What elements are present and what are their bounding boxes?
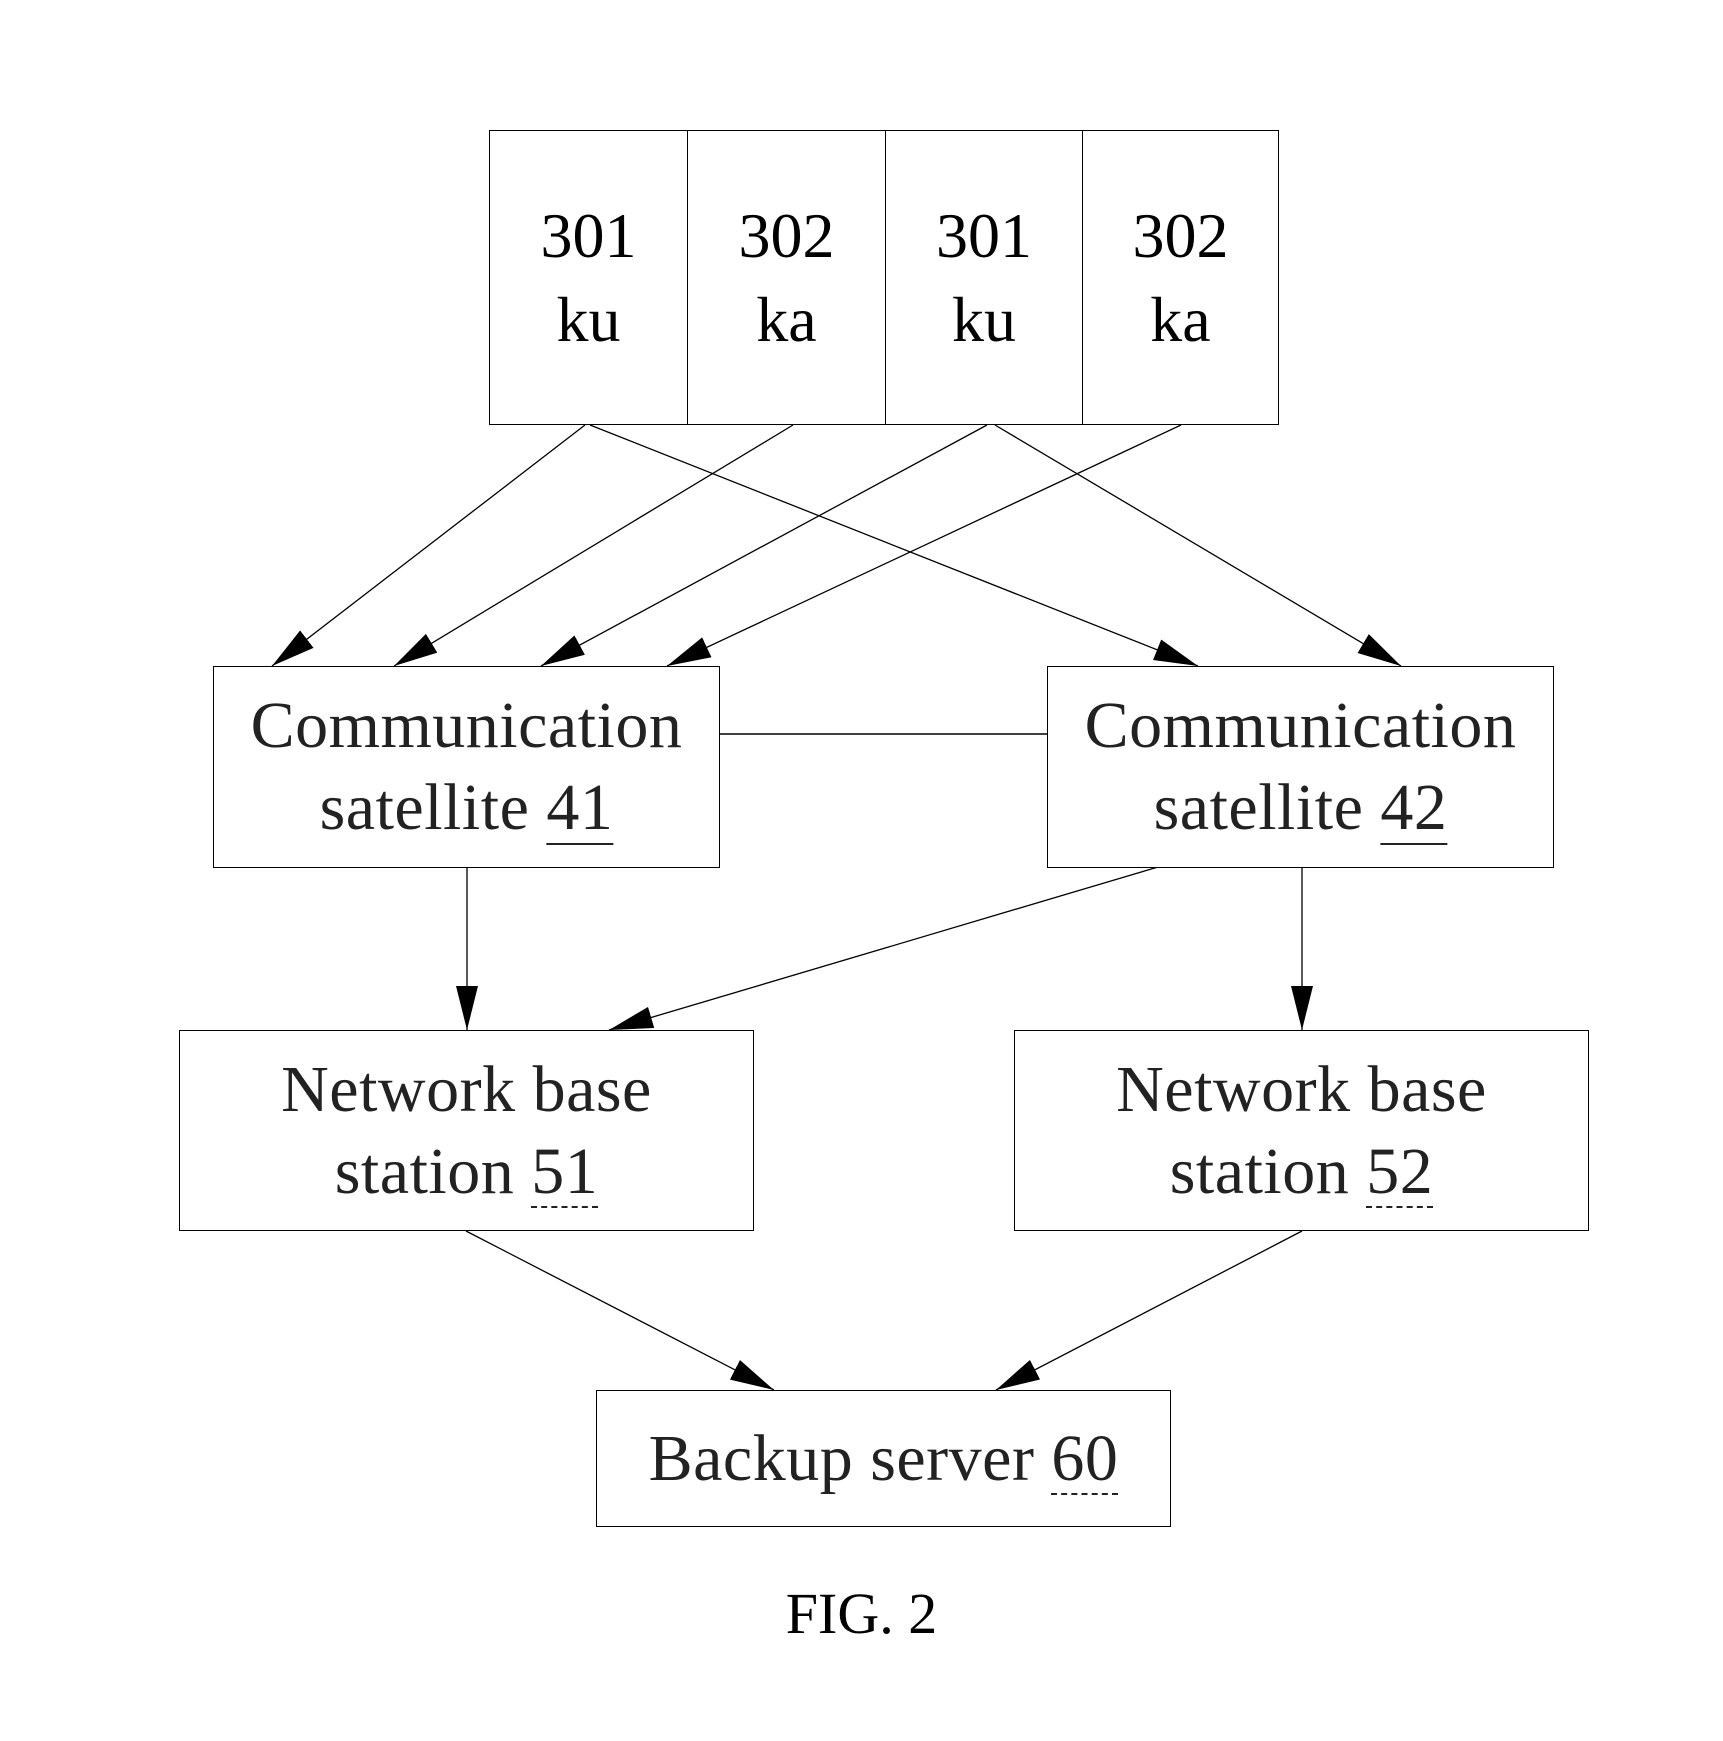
cell-band: ku xyxy=(556,283,621,355)
node-label-text: satellite xyxy=(1153,771,1381,844)
node-network-base-station-52: Network base station 52 xyxy=(1014,1030,1589,1231)
figure-caption: FIG. 2 xyxy=(785,1581,938,1646)
node-communication-satellite-42: Communication satellite 42 xyxy=(1047,666,1554,868)
node-network-base-station-51: Network base station 51 xyxy=(179,1030,754,1231)
edge-301b-sat42 xyxy=(994,424,1402,667)
antenna-cell-302-ka-1: 302 ka xyxy=(687,131,885,424)
node-label-line1: Network base xyxy=(1116,1052,1487,1126)
edge-302a-sat41 xyxy=(393,424,794,667)
node-label-line2: station 51 xyxy=(335,1131,599,1213)
edge-302b-sat41 xyxy=(666,424,1182,667)
antenna-array: 301 ku 302 ka 301 ku 302 ka xyxy=(489,130,1279,425)
edge-301a-sat41 xyxy=(271,424,586,667)
node-label-line1: Network base xyxy=(281,1052,652,1126)
node-label-line1: Communication xyxy=(1084,689,1517,762)
reference-numeral: 42 xyxy=(1380,771,1448,844)
node-label-line2: station 52 xyxy=(1170,1131,1434,1213)
cell-band: ka xyxy=(756,283,817,355)
antenna-cell-301-ku-1: 301 ku xyxy=(490,131,687,424)
cell-number: 301 xyxy=(936,199,1032,271)
node-label-text: station xyxy=(1169,1134,1367,1208)
reference-numeral: 51 xyxy=(531,1134,599,1208)
node-label-line1: Communication xyxy=(250,689,683,762)
edge-sat42-nbs51 xyxy=(608,866,1159,1031)
reference-numeral: 41 xyxy=(546,771,614,844)
node-label-text: station xyxy=(334,1134,532,1208)
node-label-line2: satellite 41 xyxy=(320,767,614,849)
node-backup-server-60: Backup server 60 xyxy=(596,1390,1171,1527)
edge-301b-sat41 xyxy=(540,424,988,667)
antenna-cell-302-ka-2: 302 ka xyxy=(1082,131,1278,424)
cell-number: 302 xyxy=(738,199,835,271)
cell-band: ka xyxy=(1150,283,1211,355)
antenna-cell-301-ku-2: 301 ku xyxy=(885,131,1082,424)
edge-nbs51-backup xyxy=(465,1230,775,1391)
cell-number: 302 xyxy=(1132,199,1229,271)
node-communication-satellite-41: Communication satellite 41 xyxy=(213,666,720,868)
edge-nbs52-backup xyxy=(995,1230,1303,1391)
node-label-text: Backup server xyxy=(648,1421,1052,1495)
node-label-text: satellite xyxy=(319,771,547,844)
node-label-line2: satellite 42 xyxy=(1154,767,1448,849)
cell-number: 301 xyxy=(540,199,637,271)
reference-numeral: 60 xyxy=(1051,1421,1119,1495)
reference-numeral: 52 xyxy=(1366,1134,1434,1208)
edge-301a-sat42 xyxy=(589,424,1199,667)
cell-band: ku xyxy=(952,283,1016,355)
node-label-line1: Backup server 60 xyxy=(649,1418,1119,1500)
